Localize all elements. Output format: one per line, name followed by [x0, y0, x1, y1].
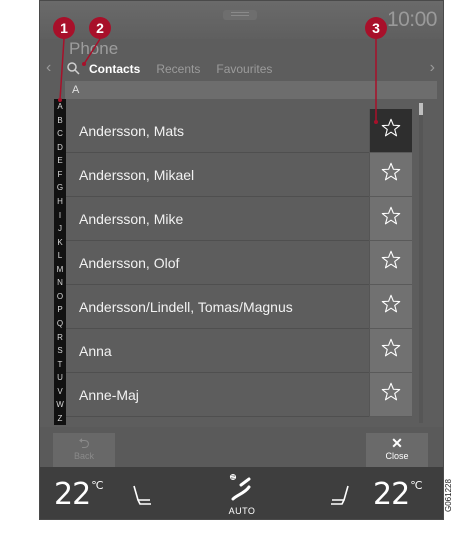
- close-icon: ✕: [391, 435, 403, 451]
- star-icon: [380, 117, 402, 144]
- figure-code: G061228: [444, 479, 453, 512]
- alphabet-letter[interactable]: E: [54, 157, 66, 165]
- back-button[interactable]: ⮌ Back: [53, 433, 115, 467]
- tab-recents[interactable]: Recents: [156, 62, 200, 76]
- contact-row[interactable]: Anne-Maj: [66, 373, 412, 417]
- alphabet-letter[interactable]: N: [54, 279, 66, 287]
- favourite-button[interactable]: [369, 373, 412, 417]
- favourite-button[interactable]: [369, 109, 412, 153]
- alphabet-letter[interactable]: S: [54, 347, 66, 355]
- right-seat-icon[interactable]: [327, 482, 353, 508]
- callout-marker: 1: [53, 17, 75, 39]
- favourite-buttons: [369, 109, 412, 417]
- alphabet-letter[interactable]: C: [54, 130, 66, 138]
- callout-marker: 2: [89, 17, 111, 39]
- star-icon: [380, 293, 402, 320]
- climate-bar: 22°C AUTO 22°C: [40, 467, 443, 519]
- right-temperature[interactable]: 22°C: [373, 477, 422, 512]
- alphabet-letter[interactable]: M: [54, 265, 66, 274]
- alphabet-letter[interactable]: P: [54, 306, 66, 314]
- previous-view-arrow-icon[interactable]: ‹: [46, 59, 51, 77]
- tab-favourites[interactable]: Favourites: [216, 62, 272, 76]
- phone-app-screen: 10:00 Phone ‹ › Contacts Recents Favouri…: [39, 0, 444, 520]
- callout-marker: 3: [365, 17, 387, 39]
- contact-row[interactable]: Andersson, Mike: [66, 197, 412, 241]
- tab-contacts[interactable]: Contacts: [89, 62, 140, 76]
- next-view-arrow-icon[interactable]: ›: [430, 59, 435, 77]
- alphabet-letter[interactable]: I: [54, 211, 66, 220]
- contact-row[interactable]: Andersson, Mikael: [66, 153, 412, 197]
- search-icon[interactable]: [65, 60, 83, 78]
- alphabet-letter[interactable]: R: [54, 333, 66, 342]
- contact-row[interactable]: Andersson/Lindell, Tomas/Magnus: [66, 285, 412, 329]
- app-title: Phone: [69, 39, 119, 58]
- alphabet-letter[interactable]: W: [54, 401, 66, 409]
- alphabet-letter[interactable]: V: [54, 387, 66, 396]
- tab-bar: Contacts Recents Favourites: [65, 59, 288, 79]
- star-icon: [380, 161, 402, 188]
- contact-row[interactable]: Anna: [66, 329, 412, 373]
- star-icon: [380, 249, 402, 276]
- alphabet-letter[interactable]: Q: [54, 320, 66, 328]
- clock: 10:00: [386, 8, 438, 31]
- fan-icon: [229, 474, 251, 501]
- star-icon: [380, 381, 402, 408]
- alphabet-letter[interactable]: D: [54, 143, 66, 152]
- favourite-button[interactable]: [369, 197, 412, 241]
- alphabet-letter[interactable]: T: [54, 360, 66, 369]
- favourite-button[interactable]: [369, 329, 412, 373]
- alphabet-letter[interactable]: G: [54, 184, 66, 192]
- fan-mode-label: AUTO: [228, 506, 256, 516]
- alphabet-letter[interactable]: B: [54, 116, 66, 125]
- left-temperature[interactable]: 22°C: [54, 477, 103, 512]
- star-icon: [380, 205, 402, 232]
- scrollbar-thumb[interactable]: [419, 103, 423, 115]
- back-label: Back: [73, 451, 94, 461]
- back-arrow-icon: ⮌: [78, 435, 90, 451]
- section-header: A: [65, 81, 437, 99]
- alphabet-letter[interactable]: A: [54, 103, 66, 111]
- scrollbar-track[interactable]: [419, 103, 423, 423]
- fan-control[interactable]: AUTO: [220, 473, 264, 519]
- favourite-button[interactable]: [369, 241, 412, 285]
- alphabet-letter[interactable]: H: [54, 197, 66, 206]
- favourite-button[interactable]: [369, 285, 412, 329]
- top-pull-tab[interactable]: [223, 10, 257, 20]
- alphabet-letter[interactable]: J: [54, 225, 66, 233]
- contact-list: Andersson, Mats Andersson, Mikael Andersso…: [66, 109, 412, 417]
- alphabet-letter[interactable]: K: [54, 238, 66, 247]
- alphabet-letter[interactable]: U: [54, 374, 66, 382]
- alphabet-letter[interactable]: Z: [54, 414, 66, 423]
- contact-row[interactable]: Andersson, Mats: [66, 109, 412, 153]
- close-label: Close: [385, 451, 409, 461]
- alphabet-letter[interactable]: O: [54, 292, 66, 301]
- alphabet-letter[interactable]: L: [54, 252, 66, 260]
- star-icon: [380, 337, 402, 364]
- alphabet-index[interactable]: ABCDEFGHIJKLMNOPQRSTUVWZ: [54, 99, 66, 425]
- favourite-button[interactable]: [369, 153, 412, 197]
- action-bar: ⮌ Back ✕ Close: [40, 427, 443, 467]
- alphabet-letter[interactable]: F: [54, 170, 66, 179]
- close-button[interactable]: ✕ Close: [366, 433, 428, 467]
- contact-row[interactable]: Andersson, Olof: [66, 241, 412, 285]
- left-seat-icon[interactable]: [129, 482, 155, 508]
